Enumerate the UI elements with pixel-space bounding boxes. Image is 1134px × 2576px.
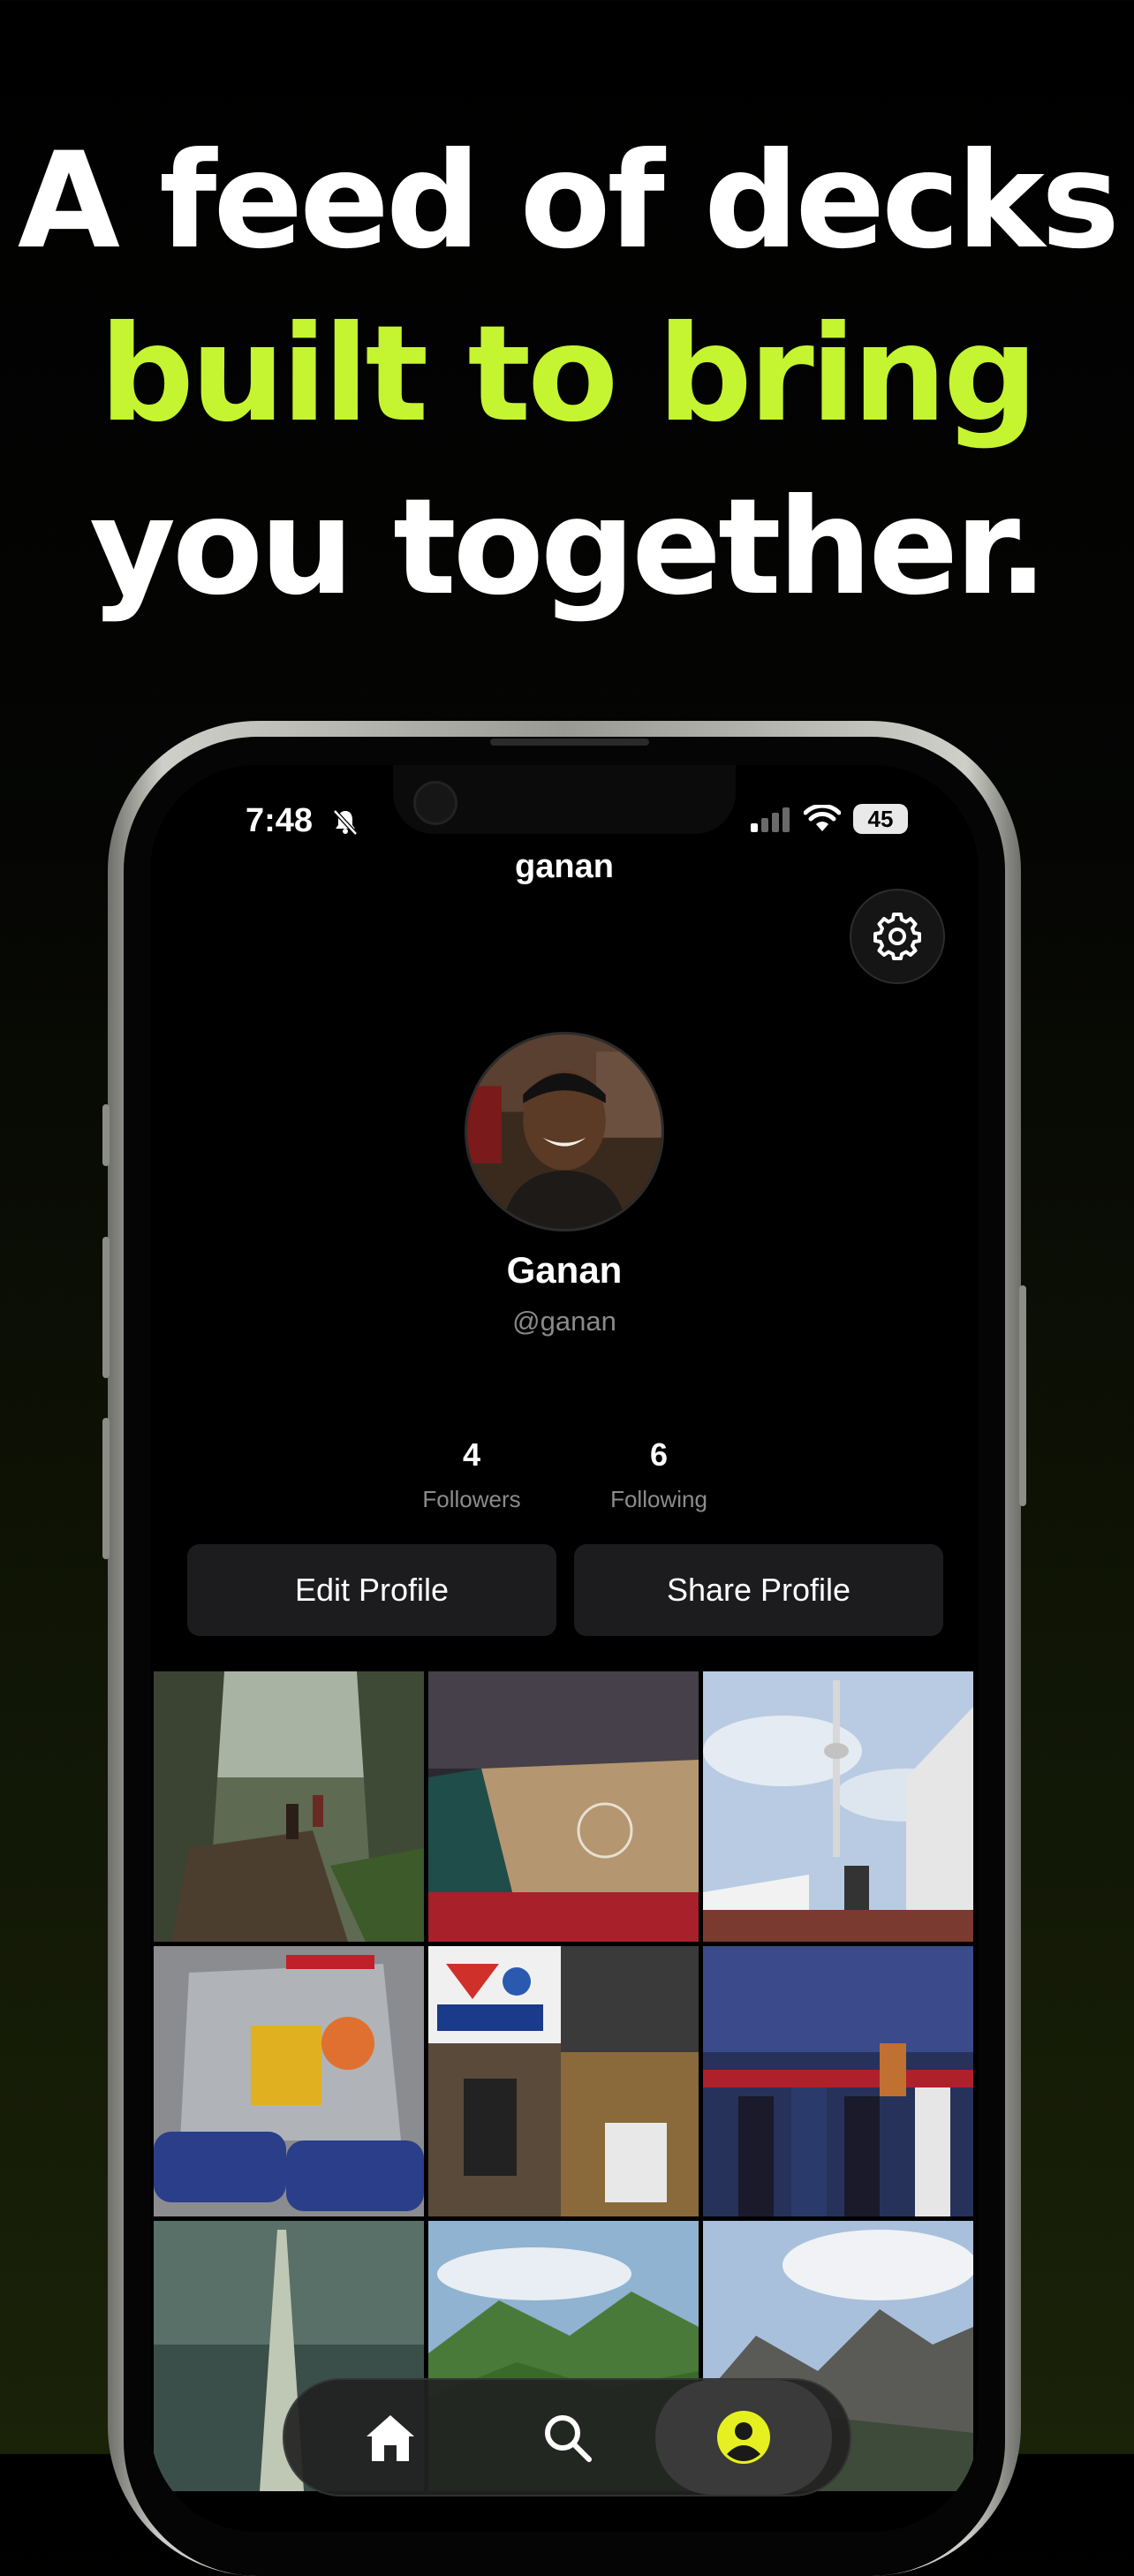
grid-tile-basketball-arena[interactable] (428, 1671, 699, 1942)
grid-tile-canyon-hike[interactable] (154, 1671, 424, 1942)
tab-profile[interactable] (655, 2380, 832, 2495)
followers-label: Followers (422, 1486, 521, 1512)
home-icon (367, 2415, 414, 2461)
tab-bar (283, 2378, 851, 2496)
avatar[interactable] (465, 1032, 664, 1231)
page-title: ganan (515, 848, 614, 885)
following-count: 6 (649, 1436, 669, 1473)
grid-tile-robot[interactable] (154, 1946, 424, 2216)
phone-screen: 7:48 45 ganan Ganan @ganan 4 Followers 6… (150, 765, 979, 2532)
display-name: Ganan (506, 1249, 623, 1291)
phone-speaker (490, 739, 649, 746)
search-icon (545, 2415, 592, 2462)
headline-line-2: built to bring (99, 298, 1039, 451)
phone-power-button (1019, 1285, 1026, 1506)
followers-count: 4 (462, 1436, 481, 1473)
deck-grid (154, 1671, 975, 2491)
signal-icon (751, 807, 790, 832)
battery-icon: 45 (853, 804, 908, 834)
tab-home[interactable] (302, 2380, 479, 2495)
status-time: 7:48 (246, 802, 314, 839)
phone-side-button (102, 1104, 110, 1166)
wifi-icon (804, 805, 841, 831)
headline-line-1: A feed of decks (17, 125, 1120, 278)
headline: A feed of decks built to bring you toget… (0, 115, 1134, 634)
gear-icon (873, 913, 921, 960)
phone-volume-down (102, 1418, 110, 1559)
share-profile-button[interactable]: Share Profile (574, 1544, 943, 1636)
tab-search[interactable] (479, 2380, 655, 2495)
bell-slash-icon (333, 809, 358, 836)
handle: @ganan (512, 1306, 616, 1337)
profile-icon (717, 2411, 770, 2464)
settings-button[interactable] (850, 889, 945, 984)
grid-tile-robotics-team[interactable] (703, 1946, 973, 2216)
following-label: Following (610, 1486, 707, 1512)
grid-tile-first-robotics[interactable] (428, 1946, 699, 2216)
following-stat[interactable]: 6 Following (571, 1436, 747, 1513)
headline-line-3: you together. (89, 471, 1048, 625)
grid-tile-cn-tower[interactable] (703, 1671, 973, 1942)
edit-profile-button[interactable]: Edit Profile (187, 1544, 556, 1636)
phone-volume-up (102, 1237, 110, 1378)
front-camera (413, 781, 457, 825)
status-icons: 45 (751, 804, 908, 834)
followers-stat[interactable]: 4 Followers (383, 1436, 560, 1513)
